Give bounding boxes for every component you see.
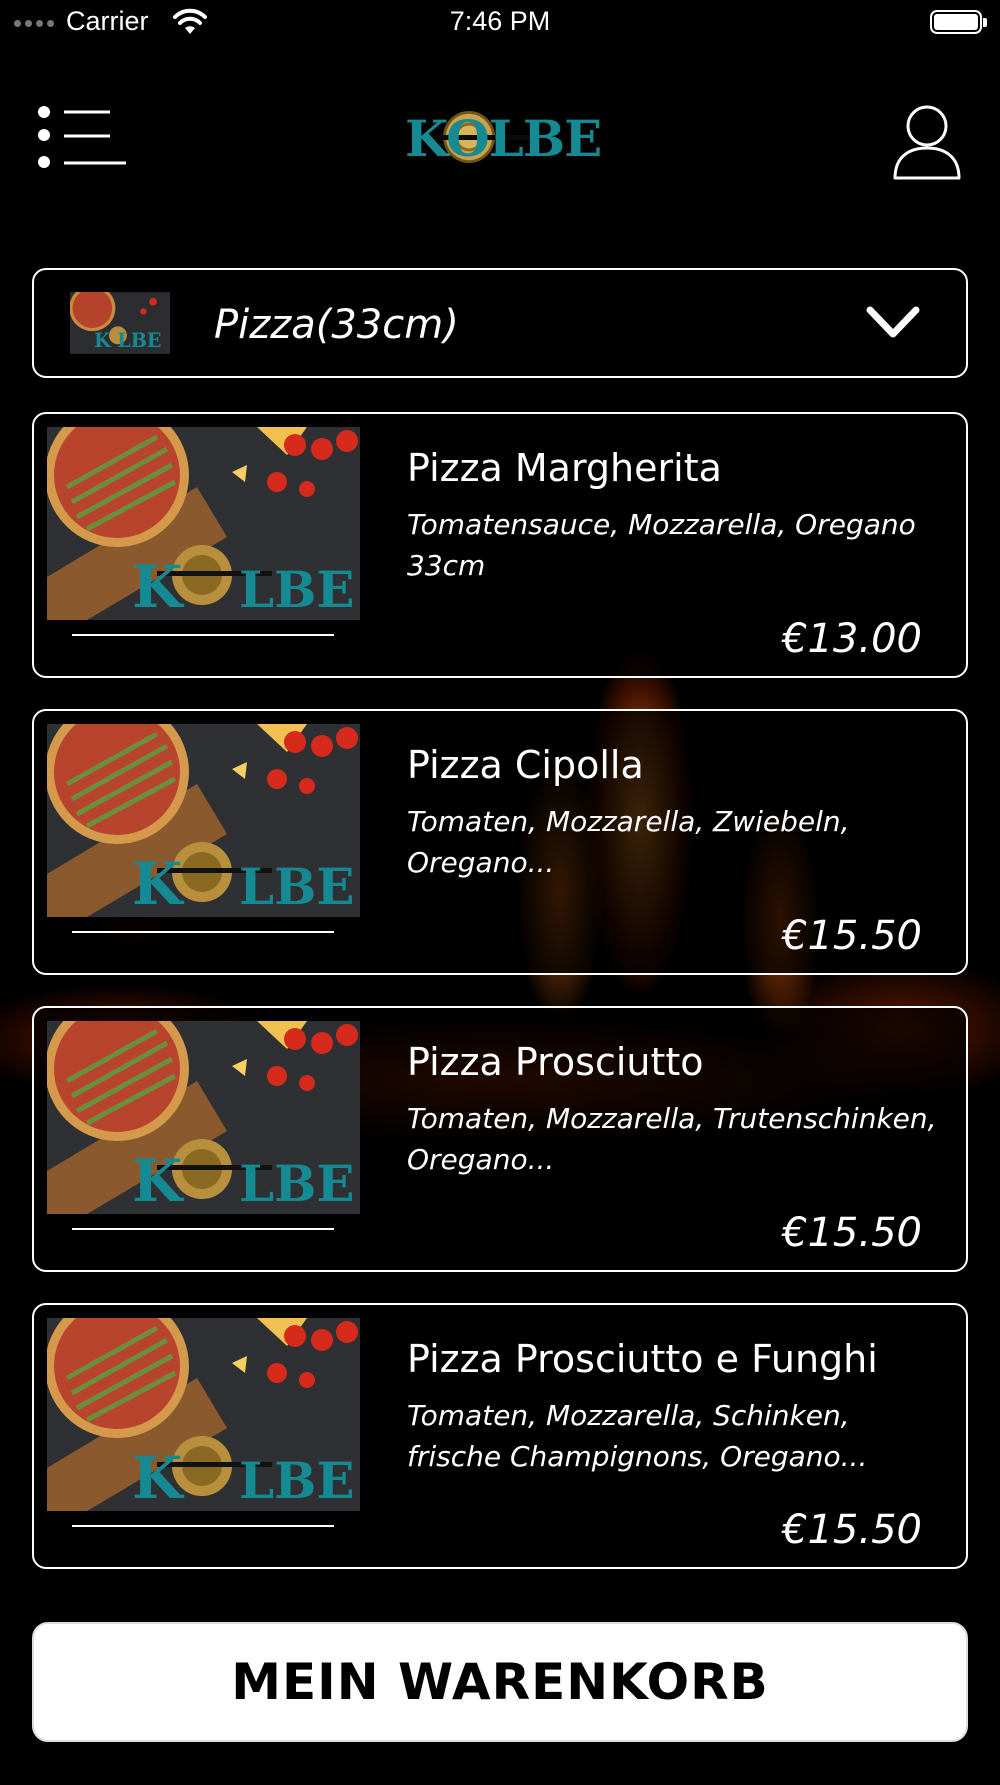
product-description: Tomaten, Mozzarella, Zwiebeln, Oregano..… bbox=[407, 805, 850, 879]
category-dropdown[interactable]: K LBE Pizza(33cm) bbox=[32, 268, 968, 378]
svg-text:LBE: LBE bbox=[239, 1154, 355, 1213]
product-name: Pizza Prosciutto e Funghi bbox=[407, 1337, 878, 1381]
svg-text:LBE: LBE bbox=[239, 560, 355, 619]
svg-text:K: K bbox=[132, 850, 185, 917]
image-underline bbox=[72, 931, 334, 933]
status-bar: Carrier 7:46 PM bbox=[0, 0, 1000, 48]
pizza-image: K LBE bbox=[47, 427, 360, 620]
logo-text: KOLBE bbox=[405, 109, 602, 168]
image-underline bbox=[72, 1525, 334, 1527]
product-price: €15.50 bbox=[782, 1507, 922, 1553]
product-name: Pizza Cipolla bbox=[407, 743, 644, 787]
product-price: €15.50 bbox=[782, 1210, 922, 1256]
battery-icon bbox=[930, 10, 987, 34]
chevron-down-icon bbox=[866, 306, 920, 338]
category-label: Pizza(33cm) bbox=[214, 302, 459, 348]
svg-text:LBE: LBE bbox=[239, 857, 355, 916]
svg-text:LBE: LBE bbox=[239, 1451, 355, 1510]
user-profile-icon[interactable] bbox=[892, 104, 962, 182]
product-description: Tomatensauce, Mozzarella, Oregano 33cm bbox=[407, 508, 916, 582]
svg-text:K: K bbox=[132, 1444, 185, 1511]
pizza-image: K LBE bbox=[47, 1318, 360, 1511]
cart-button-label: MEIN WARENKORB bbox=[231, 1653, 769, 1711]
image-underline bbox=[72, 634, 334, 636]
svg-text:K: K bbox=[132, 553, 185, 620]
kolbe-logo: KOLBE bbox=[405, 105, 602, 171]
product-name: Pizza Prosciutto bbox=[407, 1040, 704, 1084]
product-name: Pizza Margherita bbox=[407, 446, 722, 490]
product-price: €13.00 bbox=[782, 616, 922, 662]
product-description: Tomaten, Mozzarella, Trutenschinken, Ore… bbox=[407, 1102, 937, 1176]
pizza-image: K LBE bbox=[47, 724, 360, 917]
cart-button[interactable]: MEIN WARENKORB bbox=[32, 1622, 968, 1742]
product-description: Tomaten, Mozzarella, Schinken, frische C… bbox=[407, 1399, 868, 1473]
clock: 7:46 PM bbox=[449, 6, 551, 36]
svg-text:K LBE: K LBE bbox=[94, 329, 162, 352]
category-thumbnail: K LBE bbox=[70, 292, 170, 354]
list-menu-icon[interactable] bbox=[36, 106, 126, 172]
image-underline bbox=[72, 1228, 334, 1230]
product-card[interactable]: K LBE Pizza Cipolla Tomaten, Mozzarella,… bbox=[32, 709, 968, 975]
product-price: €15.50 bbox=[782, 913, 922, 959]
product-card[interactable]: K LBE Pizza Prosciutto Tomaten, Mozzarel… bbox=[32, 1006, 968, 1272]
pizza-image: K LBE bbox=[47, 1021, 360, 1214]
product-card[interactable]: K LBE Pizza Prosciutto e Funghi Tomaten,… bbox=[32, 1303, 968, 1569]
svg-text:K: K bbox=[132, 1147, 185, 1214]
product-card[interactable]: K LBE Pizza Margherita Tomatensauce, Moz… bbox=[32, 412, 968, 678]
